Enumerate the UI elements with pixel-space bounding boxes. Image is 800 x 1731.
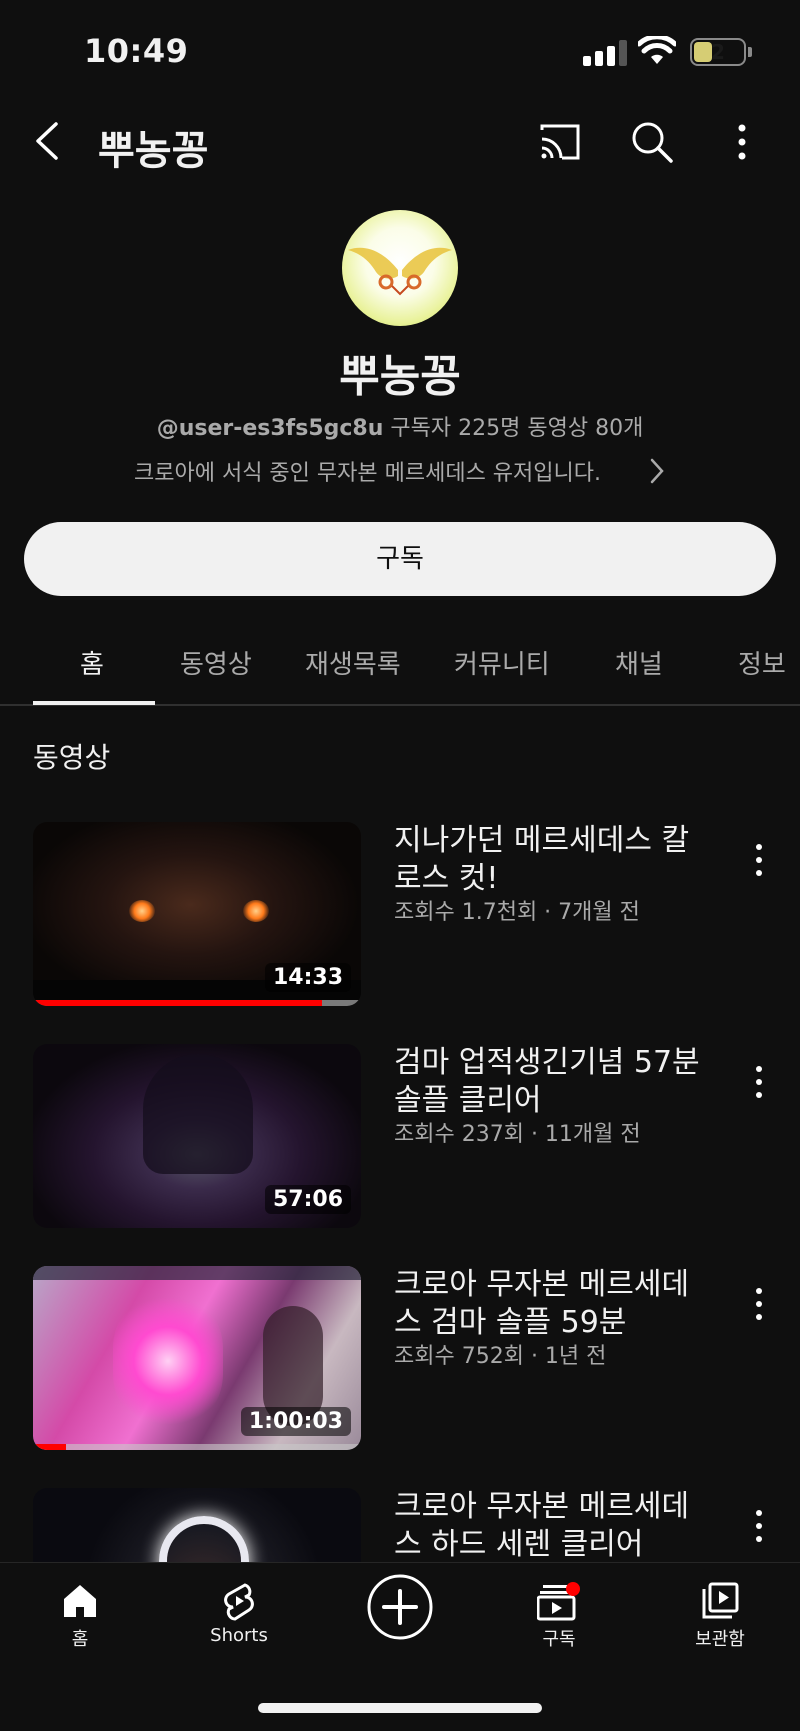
channel-tabs: 홈 동영상 재생목록 커뮤니티 채널 정보 <box>0 620 800 706</box>
nav-home[interactable]: 홈 <box>20 1581 140 1651</box>
back-arrow-icon[interactable] <box>28 118 68 164</box>
nav-create[interactable] <box>340 1573 460 1641</box>
nav-label: Shorts <box>210 1625 268 1646</box>
video-title-line: 지나가던 메르세데스 칼 <box>394 823 690 858</box>
section-title: 동영상 <box>33 741 111 774</box>
subscribe-button[interactable]: 구독 <box>24 522 776 596</box>
channel-handle: @user-es3fs5gc8u <box>156 416 384 441</box>
video-duration: 1:00:03 <box>240 1407 351 1436</box>
wings-emblem-icon <box>348 247 452 296</box>
status-bar: 10:49 2 <box>0 0 800 100</box>
tab-home[interactable]: 홈 <box>80 644 104 681</box>
video-duration: 57:06 <box>264 1185 351 1214</box>
video-title-line: 크로아 무자본 메르세데 <box>394 1489 690 1524</box>
video-more-icon[interactable] <box>748 842 770 878</box>
search-icon[interactable] <box>630 120 674 164</box>
video-title-line: 검마 업적생긴기념 57분 <box>394 1045 700 1080</box>
active-tab-indicator <box>33 701 155 705</box>
cast-icon[interactable] <box>538 122 582 162</box>
subscriptions-icon <box>537 1582 580 1621</box>
video-title[interactable]: 검마 업적생긴기념 57분 솔플 클리어 <box>394 1044 714 1120</box>
video-thumbnail[interactable]: 1:00:03 <box>33 1266 361 1450</box>
top-app-bar: 뿌농꽁 <box>0 100 800 184</box>
video-meta: 조회수 237회 · 11개월 전 <box>394 1122 641 1147</box>
video-title-line: 스 검마 솔플 59분 <box>394 1305 627 1340</box>
battery-level: 2 <box>711 40 725 64</box>
shorts-icon <box>224 1583 254 1621</box>
create-plus-icon <box>367 1574 433 1640</box>
tab-community[interactable]: 커뮤니티 <box>454 644 550 681</box>
nav-subscriptions[interactable]: 구독 <box>499 1581 619 1651</box>
video-title[interactable]: 크로아 무자본 메르세데 스 검마 솔플 59분 <box>394 1266 714 1342</box>
watch-progress <box>33 1000 361 1006</box>
video-title-line: 크로아 무자본 메르세데 <box>394 1267 690 1302</box>
tab-playlists[interactable]: 재생목록 <box>305 644 401 681</box>
video-item[interactable]: 14:33 지나가던 메르세데스 칼 로스 컷! 조회수 1.7천회 · 7개월… <box>0 822 800 1012</box>
wifi-icon <box>638 36 676 64</box>
tab-videos[interactable]: 동영상 <box>180 644 252 681</box>
channel-name: 뿌농꽁 <box>339 351 461 402</box>
watch-progress-fill <box>33 1000 322 1006</box>
video-title-line: 로스 컷! <box>394 861 499 896</box>
video-meta: 조회수 1.7천회 · 7개월 전 <box>394 900 640 925</box>
video-duration: 14:33 <box>264 963 351 992</box>
battery-tip <box>748 47 752 57</box>
watch-progress <box>33 1444 361 1450</box>
tab-about[interactable]: 정보 <box>738 644 786 681</box>
subscriber-count: 구독자 225명 <box>390 416 521 441</box>
nav-label: 보관함 <box>695 1629 745 1650</box>
page-title: 뿌농꽁 <box>98 128 209 174</box>
chevron-right-icon[interactable] <box>648 456 666 486</box>
channel-description[interactable]: 크로아에 서식 중인 무자본 메르세데스 유저입니다. <box>134 455 601 487</box>
video-meta: 조회수 752회 · 1년 전 <box>394 1344 607 1369</box>
video-more-icon[interactable] <box>748 1508 770 1544</box>
video-item[interactable]: 1:00:03 크로아 무자본 메르세데 스 검마 솔플 59분 조회수 752… <box>0 1266 800 1456</box>
notification-dot <box>566 1582 580 1596</box>
nav-library[interactable]: 보관함 <box>660 1581 780 1651</box>
video-item[interactable]: 57:06 검마 업적생긴기념 57분 솔플 클리어 조회수 237회 · 11… <box>0 1044 800 1234</box>
video-more-icon[interactable] <box>748 1286 770 1322</box>
video-count: 동영상 80개 <box>527 416 644 441</box>
video-title-line: 솔플 클리어 <box>394 1083 542 1118</box>
battery-icon: 2 <box>690 38 746 66</box>
watch-progress-fill <box>33 1444 66 1450</box>
video-more-icon[interactable] <box>748 1064 770 1100</box>
cellular-signal-icon <box>583 40 627 66</box>
library-icon <box>702 1582 739 1619</box>
video-title[interactable]: 지나가던 메르세데스 칼 로스 컷! <box>394 822 714 898</box>
video-thumbnail[interactable]: 14:33 <box>33 822 361 1006</box>
home-icon <box>64 1585 96 1617</box>
video-title[interactable]: 크로아 무자본 메르세데 스 하드 세렌 클리어 <box>394 1488 714 1564</box>
video-title-line: 스 하드 세렌 클리어 <box>394 1527 644 1562</box>
home-indicator[interactable] <box>258 1703 542 1713</box>
nav-label: 구독 <box>542 1629 576 1650</box>
more-options-icon[interactable] <box>728 122 756 162</box>
nav-shorts[interactable]: Shorts <box>179 1581 299 1646</box>
status-time: 10:49 <box>84 32 189 70</box>
video-thumbnail[interactable]: 57:06 <box>33 1044 361 1228</box>
channel-avatar[interactable] <box>342 210 458 326</box>
channel-meta: @user-es3fs5gc8u 구독자 225명 동영상 80개 <box>0 410 800 442</box>
nav-label: 홈 <box>71 1629 89 1650</box>
tab-channels[interactable]: 채널 <box>615 644 663 681</box>
